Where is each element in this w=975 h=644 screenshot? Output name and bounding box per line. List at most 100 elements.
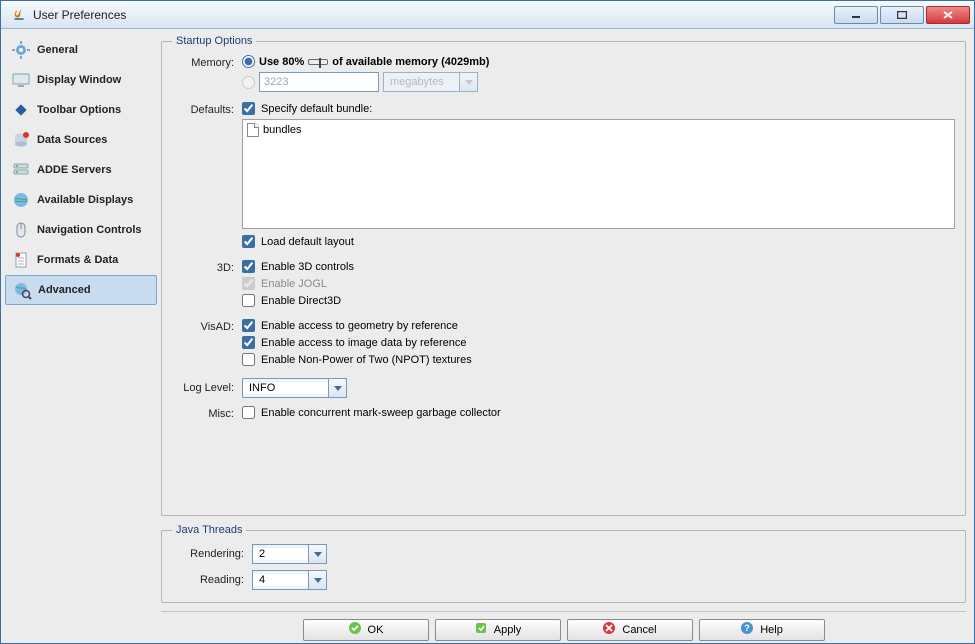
svg-text:?: ? — [744, 623, 750, 633]
window-controls — [834, 6, 970, 24]
cancel-icon — [602, 621, 616, 638]
sidebar-item-label: Display Window — [37, 74, 121, 86]
sidebar-item-label: Data Sources — [37, 134, 107, 146]
slider-icon[interactable] — [308, 59, 328, 65]
npot-label: Enable Non-Power of Two (NPOT) textures — [261, 354, 472, 366]
sidebar-item-display-window[interactable]: Display Window — [5, 65, 157, 95]
defaults-label: Defaults: — [172, 102, 242, 116]
sidebar-item-formats-data[interactable]: Formats & Data — [5, 245, 157, 275]
check-icon — [348, 621, 362, 638]
window-title: User Preferences — [33, 8, 126, 22]
rendering-value: 2 — [253, 548, 308, 560]
ok-button[interactable]: OK — [303, 619, 429, 641]
sidebar-item-data-sources[interactable]: Data Sources — [5, 125, 157, 155]
sidebar-item-navigation-controls[interactable]: Navigation Controls — [5, 215, 157, 245]
sidebar-item-label: Available Displays — [37, 194, 133, 206]
sidebar-item-label: Advanced — [38, 284, 91, 296]
loglevel-combo[interactable]: INFO — [242, 378, 347, 398]
mouse-icon — [11, 220, 31, 240]
sidebar-item-label: ADDE Servers — [37, 164, 112, 176]
ok-label: OK — [368, 624, 384, 636]
category-sidebar: General Display Window Toolbar Options D… — [1, 29, 161, 643]
help-label: Help — [760, 624, 783, 636]
globe-icon — [11, 190, 31, 210]
sidebar-item-available-displays[interactable]: Available Displays — [5, 185, 157, 215]
reading-value: 4 — [253, 574, 308, 586]
cms-gc-label: Enable concurrent mark-sweep garbage col… — [261, 407, 501, 419]
image-ref-label: Enable access to image data by reference — [261, 337, 466, 349]
cancel-label: Cancel — [622, 624, 656, 636]
minimize-button[interactable] — [834, 6, 878, 24]
npot-checkbox[interactable] — [242, 353, 255, 366]
java-icon — [11, 7, 27, 23]
startup-options-group: Startup Options Memory: Use 80% of avail… — [161, 35, 966, 516]
memory-custom-input[interactable] — [259, 72, 379, 92]
apply-icon — [474, 621, 488, 638]
close-button[interactable] — [926, 6, 970, 24]
geometry-ref-checkbox[interactable] — [242, 319, 255, 332]
memory-unit-combo[interactable]: megabytes — [383, 72, 478, 92]
sidebar-item-label: Toolbar Options — [37, 104, 121, 116]
specify-bundle-label: Specify default bundle: — [261, 103, 372, 115]
diamond-icon — [11, 100, 31, 120]
bundle-item-label: bundles — [263, 124, 302, 136]
document-icon — [11, 250, 31, 270]
sidebar-item-toolbar-options[interactable]: Toolbar Options — [5, 95, 157, 125]
button-bar: OK Apply Cancel ? Help — [161, 611, 966, 643]
sidebar-item-adde-servers[interactable]: ADDE Servers — [5, 155, 157, 185]
preferences-window: User Preferences General Display Window … — [0, 0, 975, 644]
bundle-listbox[interactable]: bundles — [242, 119, 955, 229]
chevron-down-icon — [328, 379, 346, 397]
gear-icon — [11, 40, 31, 60]
memory-unit-text: megabytes — [384, 76, 459, 88]
rendering-combo[interactable]: 2 — [252, 544, 327, 564]
enable-jogl-label: Enable JOGL — [261, 278, 327, 290]
globe-magnify-icon — [12, 280, 32, 300]
memory-label: Memory: — [172, 55, 242, 69]
chevron-down-icon — [308, 545, 326, 563]
reading-label: Reading: — [172, 574, 252, 586]
enable-3d-label: Enable 3D controls — [261, 261, 354, 273]
enable-3d-checkbox[interactable] — [242, 260, 255, 273]
maximize-button[interactable] — [880, 6, 924, 24]
java-threads-group: Java Threads Rendering: 2 Reading: 4 — [161, 524, 966, 603]
chevron-down-icon — [308, 571, 326, 589]
visad-label: VisAD: — [172, 319, 242, 333]
sidebar-item-general[interactable]: General — [5, 35, 157, 65]
load-default-layout-label: Load default layout — [261, 236, 354, 248]
monitor-icon — [11, 70, 31, 90]
3d-label: 3D: — [172, 260, 242, 274]
loglevel-label: Log Level: — [172, 382, 242, 394]
apply-button[interactable]: Apply — [435, 619, 561, 641]
cms-gc-checkbox[interactable] — [242, 406, 255, 419]
misc-label: Misc: — [172, 406, 242, 420]
memory-use-80-prefix: Use 80% — [259, 56, 304, 68]
bundle-list-item[interactable]: bundles — [245, 122, 952, 138]
sidebar-item-label: Navigation Controls — [37, 224, 142, 236]
cancel-button[interactable]: Cancel — [567, 619, 693, 641]
memory-use-80-suffix: of available memory (4029mb) — [332, 56, 489, 68]
threads-legend: Java Threads — [172, 524, 246, 536]
sidebar-item-label: Formats & Data — [37, 254, 118, 266]
enable-d3d-checkbox[interactable] — [242, 294, 255, 307]
memory-use-80-radio[interactable] — [242, 55, 255, 68]
image-ref-checkbox[interactable] — [242, 336, 255, 349]
sidebar-item-advanced[interactable]: Advanced — [5, 275, 157, 305]
help-button[interactable]: ? Help — [699, 619, 825, 641]
specify-bundle-checkbox[interactable] — [242, 102, 255, 115]
content-panel: Startup Options Memory: Use 80% of avail… — [161, 29, 974, 643]
memory-custom-radio[interactable] — [242, 76, 255, 89]
database-icon — [11, 130, 31, 150]
rendering-label: Rendering: — [172, 548, 252, 560]
enable-jogl-checkbox[interactable] — [242, 277, 255, 290]
loglevel-value: INFO — [243, 382, 328, 394]
titlebar: User Preferences — [1, 1, 974, 29]
geometry-ref-label: Enable access to geometry by reference — [261, 320, 458, 332]
sidebar-item-label: General — [37, 44, 78, 56]
reading-combo[interactable]: 4 — [252, 570, 327, 590]
chevron-down-icon — [459, 73, 477, 91]
apply-label: Apply — [494, 624, 522, 636]
help-icon: ? — [740, 621, 754, 638]
load-default-layout-checkbox[interactable] — [242, 235, 255, 248]
file-icon — [247, 123, 259, 137]
